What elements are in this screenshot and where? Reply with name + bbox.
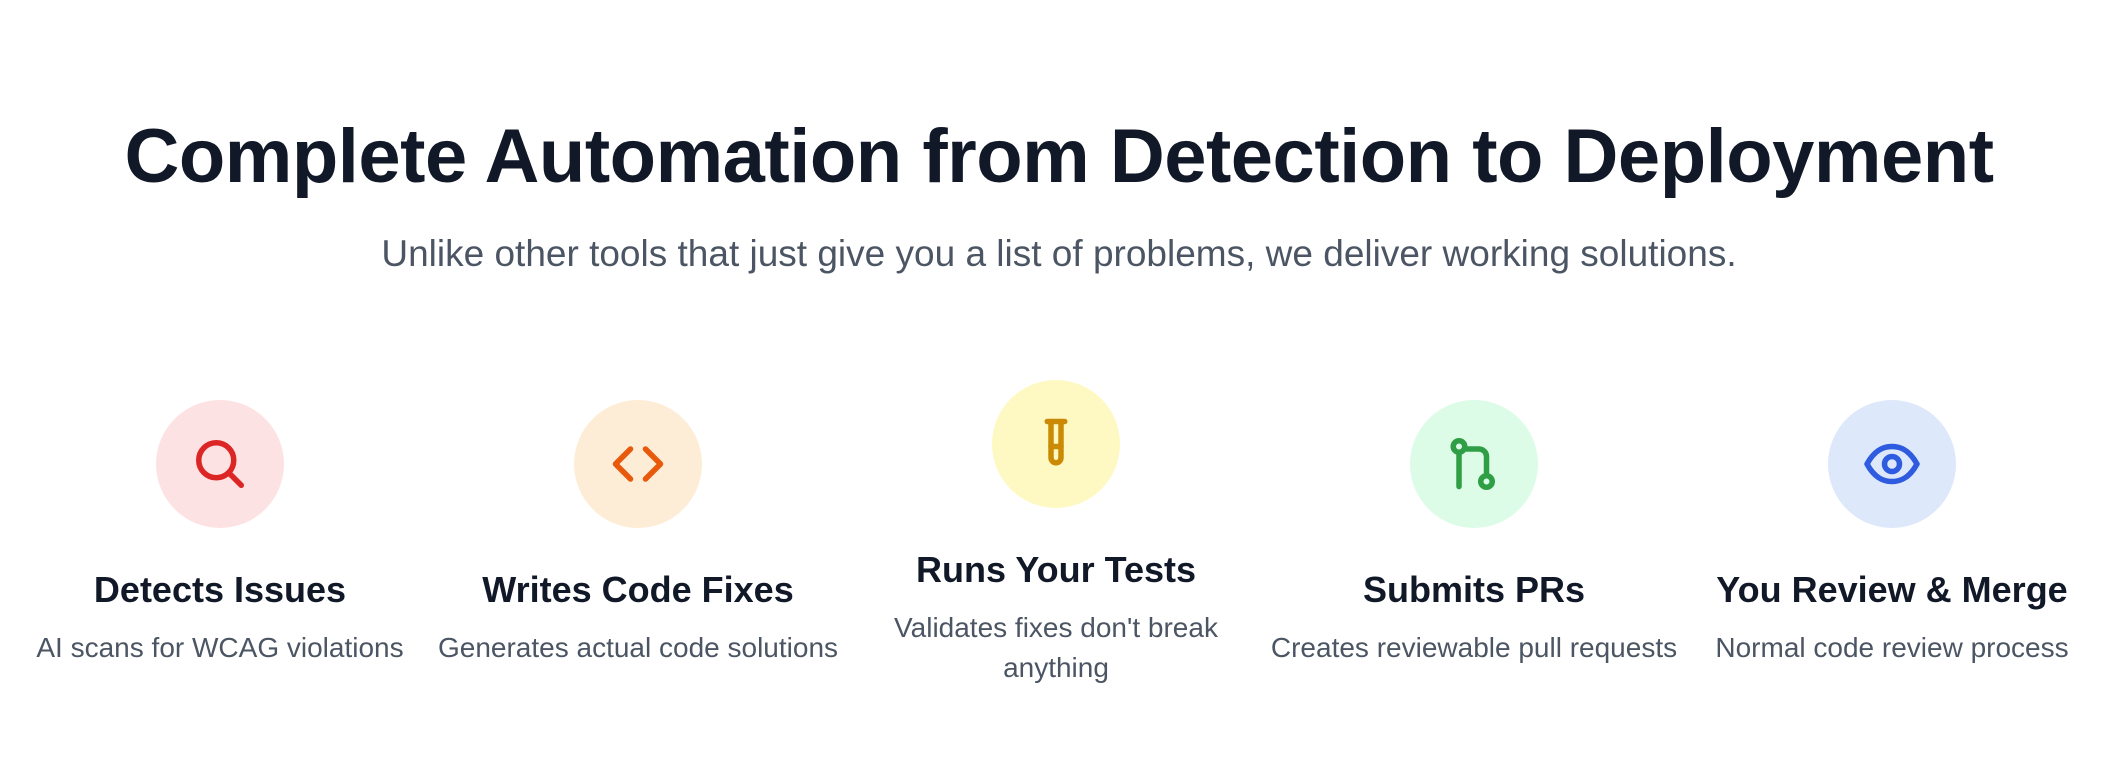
step-description: Generates actual code solutions — [437, 632, 839, 663]
step-title: Detects Issues — [93, 569, 347, 610]
step-title: Writes Code Fixes — [482, 569, 794, 610]
step-description: Validates fixes don't break anything — [894, 612, 1218, 683]
section-subtitle: Unlike other tools that just give you a … — [381, 233, 1737, 274]
step-icon-circle — [1828, 400, 1956, 528]
code-icon — [612, 446, 664, 482]
step-description: Creates reviewable pull requests — [1270, 632, 1678, 663]
step-title: Submits PRs — [1362, 569, 1586, 610]
search-icon — [196, 440, 244, 488]
step-you-review-merge: You Review & Merge Normal code review pr… — [1692, 400, 2092, 668]
step-icon-circle — [156, 400, 284, 528]
step-icon-circle — [992, 380, 1120, 508]
step-title: Runs Your Tests — [915, 549, 1197, 590]
step-title: You Review & Merge — [1716, 569, 2068, 610]
step-description: AI scans for WCAG violations — [36, 632, 404, 663]
automation-section: Complete Automation from Detection to De… — [0, 0, 2118, 766]
section-title: Complete Automation from Detection to De… — [124, 114, 1994, 199]
step-icon-circle — [1410, 400, 1538, 528]
eye-icon — [1864, 443, 1920, 485]
step-icon-circle — [574, 400, 702, 528]
step-detects-issues: Detects Issues AI scans for WCAG violati… — [20, 400, 420, 668]
step-writes-code-fixes: Writes Code Fixes Generates actual code … — [438, 400, 838, 668]
step-runs-your-tests: Runs Your Tests Validates fixes don't br… — [856, 380, 1256, 688]
step-submits-prs: Submits PRs Creates reviewable pull requ… — [1270, 400, 1678, 668]
git-pull-request-icon — [1450, 438, 1495, 491]
step-description: Normal code review process — [1715, 632, 2069, 663]
test-tube-icon — [1044, 418, 1068, 466]
